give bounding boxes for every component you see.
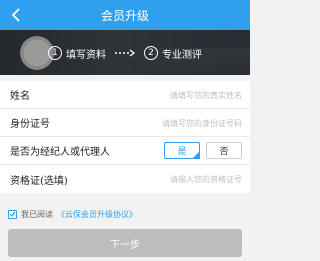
step-2: 2 专业测评: [144, 46, 202, 61]
step-1-label: 填写资料: [66, 49, 106, 61]
back-button[interactable]: [4, 3, 28, 27]
id-card-input[interactable]: [122, 115, 242, 131]
upgrade-form: 姓名 身份证号 是否为经纪人或代理人 是 否 资格证(选填): [0, 81, 250, 193]
id-card-label: 身份证号: [10, 119, 50, 130]
agreement-prefix: 我已阅读: [21, 209, 53, 219]
agent-yes-label: 是: [177, 147, 187, 157]
agent-toggle-group: 是 否: [164, 142, 242, 159]
step-1-number: 1: [48, 46, 62, 60]
agreement-row: 我已阅读 《云保会员升级协议》: [8, 208, 137, 220]
step-2-number: 2: [144, 46, 158, 60]
step-arrow-icon: [114, 49, 136, 57]
step-1: 1 填写资料: [48, 46, 106, 61]
agent-no-button[interactable]: 否: [206, 142, 242, 159]
header-bar: 会员升级: [0, 0, 250, 30]
agreement-checkbox[interactable]: [8, 209, 17, 219]
cert-label: 资格证(选填): [10, 175, 68, 187]
cert-input[interactable]: [122, 171, 242, 187]
name-label: 姓名: [10, 91, 30, 102]
page-title: 会员升级: [100, 8, 149, 23]
cert-row: 资格证(选填): [0, 165, 250, 193]
next-button[interactable]: 下一步: [8, 229, 242, 257]
agreement-link[interactable]: 《云保会员升级协议》: [57, 209, 137, 220]
step-2-label: 专业测评: [162, 49, 202, 61]
agent-no-label: 否: [219, 147, 229, 157]
agent-yes-button[interactable]: 是: [164, 142, 200, 159]
selected-corner-icon: [192, 151, 200, 159]
name-row: 姓名: [0, 81, 250, 109]
name-input[interactable]: [122, 87, 242, 103]
agent-label: 是否为经纪人或代理人: [10, 147, 110, 158]
agent-row: 是否为经纪人或代理人 是 否: [0, 137, 250, 165]
chevron-left-icon: [11, 8, 20, 22]
check-icon: [9, 211, 16, 217]
steps-banner: 1 填写资料 2 专业测评: [0, 30, 250, 75]
progress-steps: 1 填写资料 2 专业测评: [0, 45, 250, 61]
id-card-row: 身份证号: [0, 109, 250, 137]
